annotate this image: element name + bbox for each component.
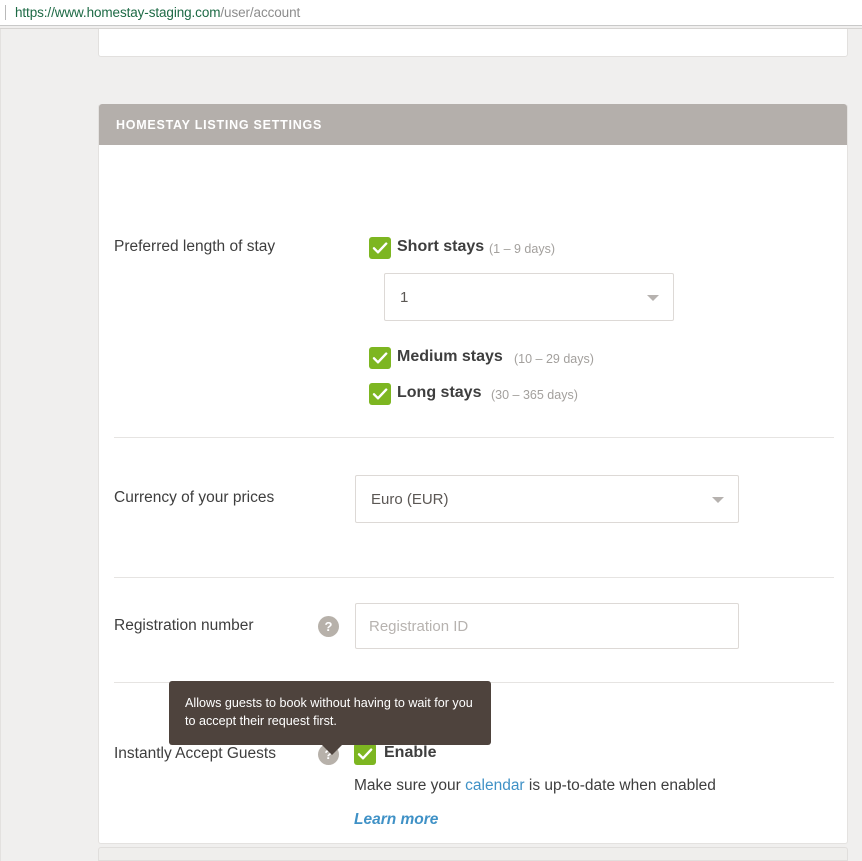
label-medium-stays[interactable]: Medium stays	[397, 348, 503, 366]
learn-more-link[interactable]: Learn more	[354, 811, 438, 829]
checkmark-icon	[372, 242, 388, 254]
instantly-accept-guests-label: Instantly Accept Guests	[114, 745, 276, 762]
checkbox-instant-accept-enable[interactable]	[354, 743, 376, 765]
checkmark-icon	[372, 388, 388, 400]
calendar-link[interactable]: calendar	[465, 777, 524, 794]
tooltip-arrow-icon	[321, 743, 343, 755]
url-bar-border	[0, 25, 862, 26]
divider-after-currency	[114, 577, 834, 578]
url-text[interactable]: https://www.homestay-staging.com/user/ac…	[15, 5, 300, 20]
divider-after-length-of-stay	[114, 437, 834, 438]
short-stay-nights-value: 1	[400, 288, 409, 306]
card-header-title: HOMESTAY LISTING SETTINGS	[116, 117, 323, 132]
currency-select[interactable]: Euro (EUR)	[355, 475, 739, 523]
hint-short-stays: (1 – 9 days)	[489, 242, 556, 256]
hint-long-stays: (30 – 365 days)	[491, 388, 578, 402]
homestay-listing-settings-card: HOMESTAY LISTING SETTINGS Preferred leng…	[98, 104, 848, 844]
currency-value: Euro (EUR)	[371, 490, 449, 508]
label-instant-accept-enable[interactable]: Enable	[384, 744, 436, 762]
registration-id-input[interactable]	[355, 603, 739, 649]
url-host: https://www.homestay-staging.com	[15, 5, 221, 20]
currency-label: Currency of your prices	[114, 489, 275, 506]
preferred-length-of-stay-label: Preferred length of stay	[114, 238, 276, 255]
label-short-stays[interactable]: Short stays	[397, 238, 484, 256]
instant-accept-note-after: is up-to-date when enabled	[524, 777, 716, 794]
registration-number-label: Registration number	[114, 617, 254, 634]
checkmark-icon	[372, 352, 388, 364]
url-bar-left-divider	[5, 5, 6, 20]
instant-accept-note-before: Make sure your	[354, 777, 466, 794]
chevron-down-icon	[712, 497, 724, 503]
checkbox-medium-stays[interactable]	[369, 347, 391, 369]
registration-help-icon[interactable]: ?	[318, 616, 339, 637]
hint-medium-stays: (10 – 29 days)	[514, 352, 594, 366]
label-long-stays[interactable]: Long stays	[397, 384, 481, 402]
short-stay-nights-select[interactable]: 1	[384, 273, 674, 321]
page-left-edge	[0, 29, 1, 861]
url-path: /user/account	[220, 5, 301, 20]
checkbox-long-stays[interactable]	[369, 383, 391, 405]
page-canvas: HOMESTAY LISTING SETTINGS Preferred leng…	[0, 29, 862, 861]
previous-settings-card	[98, 29, 848, 57]
browser-url-bar[interactable]: https://www.homestay-staging.com/user/ac…	[0, 0, 862, 25]
card-body: Preferred length of stay Short stays (1 …	[99, 145, 847, 843]
chevron-down-icon	[647, 295, 659, 301]
instant-accept-tooltip: Allows guests to book without having to …	[169, 681, 491, 755]
next-settings-card	[98, 847, 848, 861]
card-header: HOMESTAY LISTING SETTINGS	[99, 104, 847, 145]
checkbox-short-stays[interactable]	[369, 237, 391, 259]
instant-accept-note: Make sure your calendar is up-to-date wh…	[354, 777, 716, 795]
instant-accept-tooltip-text: Allows guests to book without having to …	[185, 696, 473, 729]
checkmark-icon	[357, 748, 373, 760]
